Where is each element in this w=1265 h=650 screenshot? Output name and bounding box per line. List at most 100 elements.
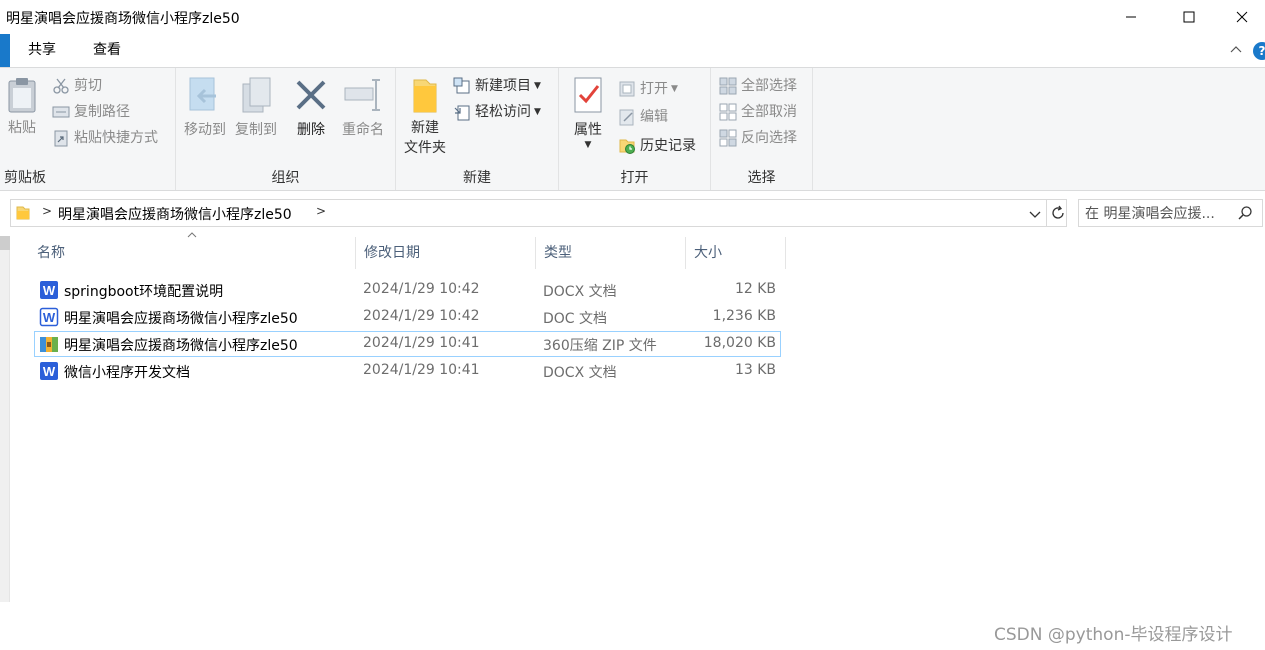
- copy-path-button[interactable]: 复制路径: [52, 100, 130, 124]
- file-type: DOCX 文档: [543, 365, 617, 381]
- new-folder-button[interactable]: 新建 文件夹: [400, 76, 450, 158]
- refresh-button[interactable]: [1046, 200, 1068, 226]
- history-icon: [619, 139, 635, 154]
- file-date: 2024/1/29 10:42: [363, 281, 480, 297]
- delete-label: 删除: [297, 122, 325, 138]
- column-header-size[interactable]: 大小: [686, 237, 786, 269]
- file-name: springboot环境配置说明: [64, 284, 224, 300]
- delete-button[interactable]: 删除: [291, 76, 331, 140]
- file-type: 360压缩 ZIP 文件: [543, 338, 657, 354]
- edit-icon: [619, 109, 634, 126]
- chevron-down-icon: ▼: [534, 107, 541, 117]
- maximize-icon: [1183, 11, 1195, 23]
- new-item-icon: [453, 77, 470, 94]
- tab-share[interactable]: 共享: [14, 34, 70, 67]
- search-box[interactable]: [1078, 199, 1263, 227]
- scissors-icon: [53, 78, 69, 94]
- chevron-up-icon[interactable]: [1229, 43, 1243, 57]
- invert-selection-icon: [719, 129, 737, 147]
- rename-label: 重命名: [342, 122, 384, 138]
- rename-button[interactable]: 重命名: [338, 76, 388, 140]
- open-button[interactable]: 打开 ▼: [618, 77, 678, 101]
- column-header-name[interactable]: 名称: [29, 237, 356, 269]
- file-row[interactable]: W 微信小程序开发文档 2024/1/29 10:41 DOCX 文档 13 K…: [34, 358, 781, 384]
- column-header-type[interactable]: 类型: [536, 237, 686, 269]
- cut-label: 剪切: [74, 78, 102, 94]
- file-row[interactable]: W springboot环境配置说明 2024/1/29 10:42 DOCX …: [34, 277, 781, 303]
- ribbon: 粘贴 剪切 复制路径 粘贴快捷方式 剪贴板 移动到 复制到 删除 重命名 组织 …: [0, 67, 1265, 191]
- move-to-button[interactable]: 移动到: [180, 76, 230, 140]
- new-group-label: 新建: [463, 170, 491, 186]
- select-none-button[interactable]: 全部取消: [719, 100, 797, 124]
- paste-label: 粘贴: [8, 120, 36, 136]
- column-header-date[interactable]: 修改日期: [356, 237, 536, 269]
- file-row[interactable]: 明星演唱会应援商场微信小程序zle50 2024/1/29 10:41 360压…: [34, 331, 781, 357]
- organize-group: 移动到 复制到 删除 重命名 组织: [176, 68, 396, 190]
- edit-button[interactable]: 编辑: [618, 105, 668, 129]
- navigation-pane-scrollbar[interactable]: [0, 236, 10, 602]
- new-group: 新建 文件夹 新建项目 ▼ 轻松访问 ▼ 新建: [396, 68, 559, 190]
- chevron-right-icon[interactable]: >: [316, 204, 326, 218]
- properties-checkmark-icon: [574, 77, 602, 113]
- easy-access-label: 轻松访问: [475, 104, 531, 120]
- close-icon: [1236, 11, 1247, 23]
- svg-text:W: W: [43, 283, 56, 298]
- file-date: 2024/1/29 10:41: [363, 362, 480, 378]
- easy-access-button[interactable]: 轻松访问 ▼: [453, 100, 541, 124]
- svg-text:W: W: [43, 364, 56, 379]
- select-all-button[interactable]: 全部选择: [719, 74, 797, 98]
- tab-file[interactable]: [0, 34, 10, 67]
- close-button[interactable]: [1218, 0, 1265, 34]
- new-item-button[interactable]: 新建项目 ▼: [453, 74, 541, 98]
- easy-access-icon: [454, 105, 470, 121]
- chevron-down-icon: ▼: [671, 84, 678, 94]
- search-input[interactable]: [1085, 204, 1235, 224]
- chevron-right-icon[interactable]: >: [42, 204, 52, 218]
- search-icon[interactable]: [1237, 205, 1253, 221]
- minimize-icon: [1126, 16, 1136, 18]
- select-group-label: 选择: [747, 170, 776, 186]
- open-group-label: 打开: [620, 170, 649, 186]
- chevron-down-icon[interactable]: [1027, 206, 1043, 222]
- chevron-down-icon: ▼: [534, 81, 541, 91]
- chevron-down-icon: ▼: [584, 140, 592, 150]
- select-none-icon: [719, 103, 737, 121]
- paste-shortcut-button[interactable]: 粘贴快捷方式: [52, 126, 158, 150]
- paste-shortcut-icon: [54, 130, 68, 147]
- copy-path-icon: [52, 106, 70, 118]
- file-row[interactable]: W 明星演唱会应援商场微信小程序zle50 2024/1/29 10:42 DO…: [34, 304, 781, 330]
- history-label: 历史记录: [640, 138, 696, 154]
- file-size: 18,020 KB: [703, 335, 776, 351]
- svg-text:W: W: [43, 310, 56, 325]
- select-all-icon: [719, 77, 737, 95]
- copy-to-label: 复制到: [235, 122, 277, 138]
- zip-archive-icon: [40, 337, 58, 352]
- history-button[interactable]: 历史记录: [618, 134, 696, 158]
- word-docx-icon: W: [40, 362, 58, 380]
- clipboard-group-label: 剪贴板: [4, 170, 46, 186]
- open-group: 属性 ▼ 打开 ▼ 编辑 历史记录 打开: [559, 68, 711, 190]
- invert-selection-label: 反向选择: [741, 130, 797, 146]
- tab-view[interactable]: 查看: [79, 34, 135, 67]
- folder-icon: [16, 206, 30, 220]
- minimize-button[interactable]: [1102, 0, 1160, 34]
- properties-button[interactable]: 属性 ▼: [567, 76, 609, 150]
- copy-to-button[interactable]: 复制到: [231, 76, 281, 140]
- invert-selection-button[interactable]: 反向选择: [719, 126, 797, 150]
- file-name: 明星演唱会应援商场微信小程序zle50: [64, 338, 298, 354]
- breadcrumb[interactable]: 明星演唱会应援商场微信小程序zle50: [58, 204, 292, 224]
- help-button[interactable]: ?: [1253, 42, 1265, 60]
- file-size: 1,236 KB: [712, 308, 776, 324]
- select-none-label: 全部取消: [741, 104, 797, 120]
- file-size: 12 KB: [734, 281, 776, 297]
- cut-button[interactable]: 剪切: [52, 74, 102, 98]
- clipboard-group: 粘贴 剪切 复制路径 粘贴快捷方式 剪贴板: [0, 68, 176, 190]
- scrollbar-thumb[interactable]: [0, 236, 10, 250]
- paste-button[interactable]: 粘贴: [4, 76, 40, 138]
- word-doc-icon: W: [39, 307, 59, 327]
- delete-x-icon: [296, 80, 326, 110]
- copy-to-icon: [242, 77, 271, 113]
- edit-label: 编辑: [640, 109, 668, 125]
- address-bar[interactable]: > 明星演唱会应援商场微信小程序zle50 >: [10, 199, 1067, 227]
- maximize-button[interactable]: [1160, 0, 1218, 34]
